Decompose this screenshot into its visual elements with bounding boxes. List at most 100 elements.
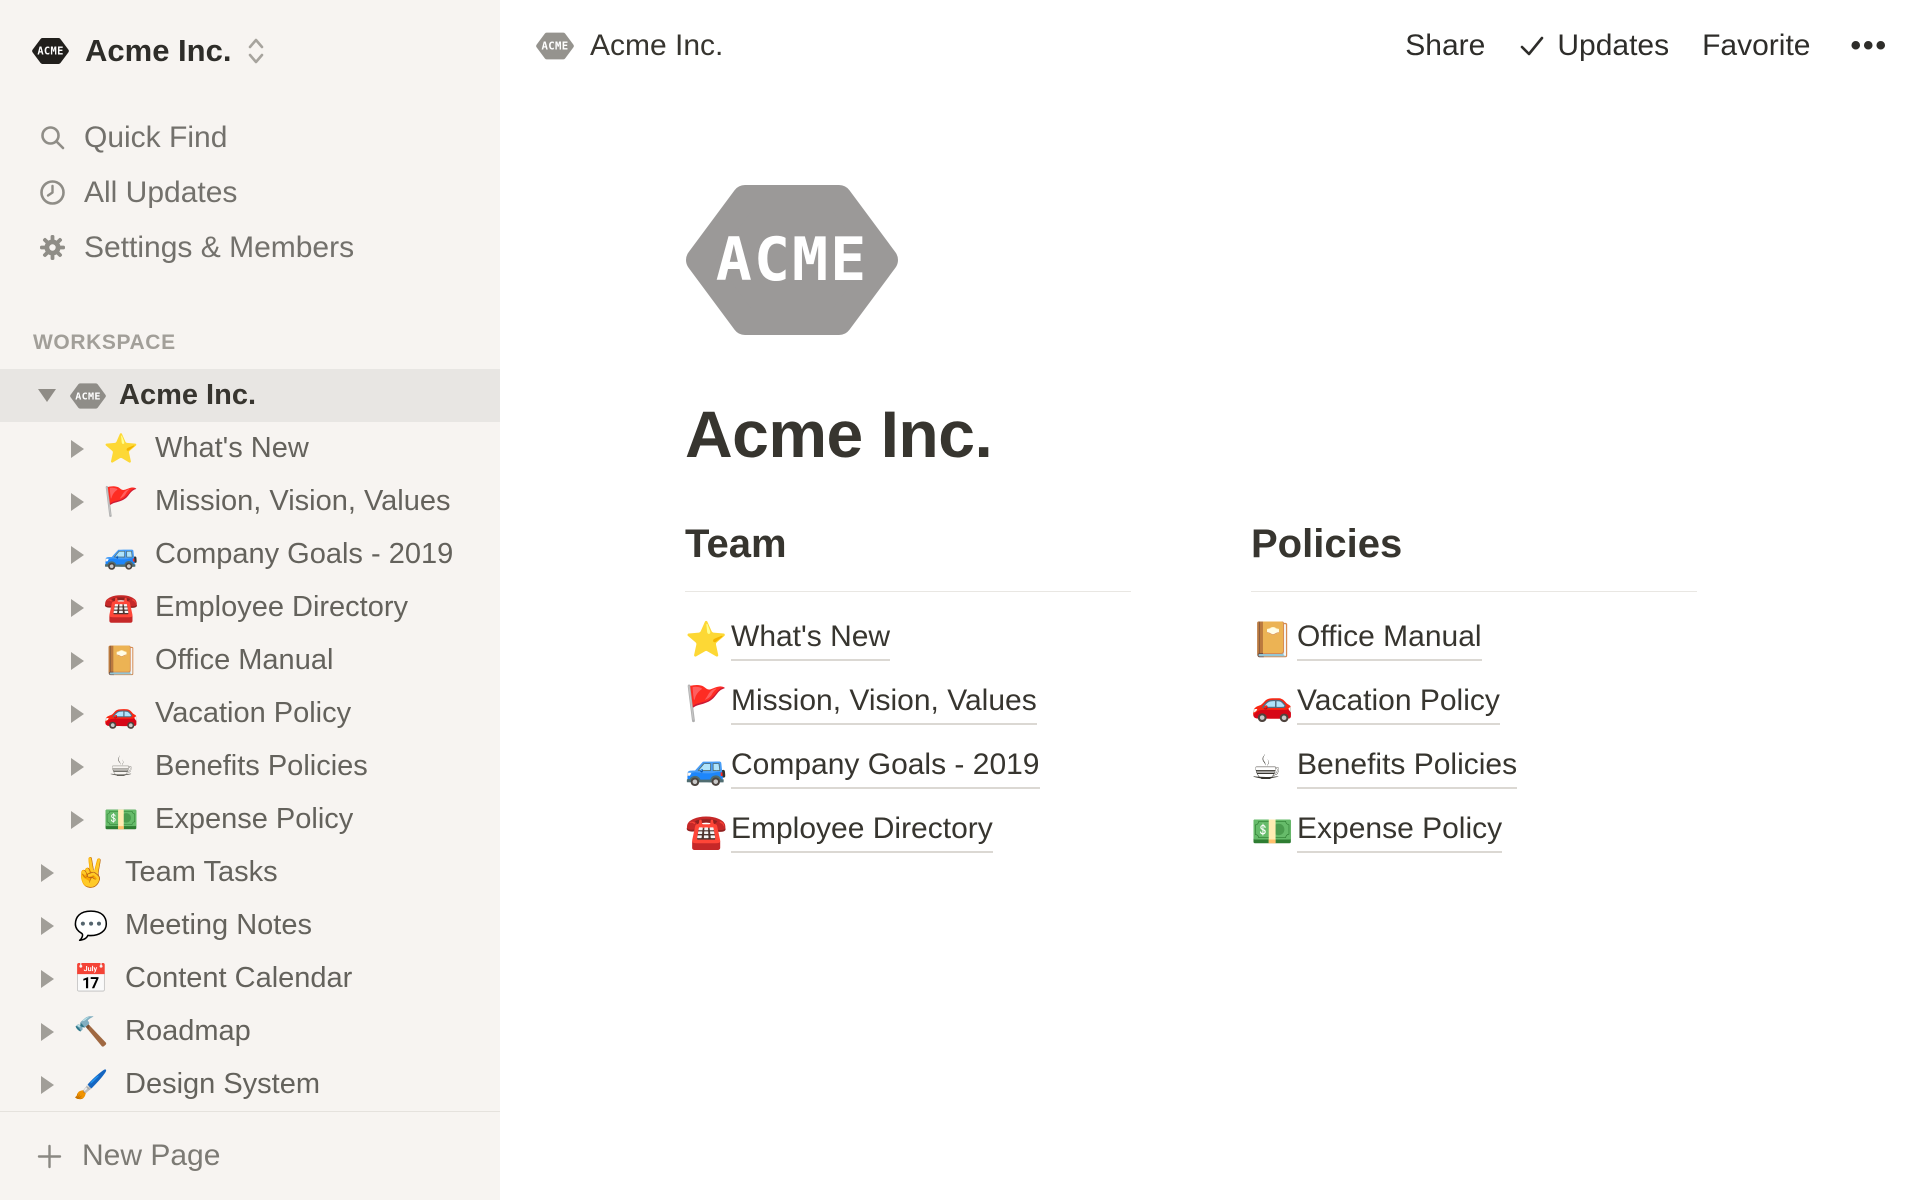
expand-toggle-icon[interactable] (34, 917, 60, 935)
acme-logo-icon: ACME (70, 382, 106, 410)
expand-toggle-icon[interactable] (34, 970, 60, 988)
expand-toggle-icon[interactable] (64, 758, 90, 776)
workspace-tree: ACMEAcme Inc.⭐What's New🚩Mission, Vision… (0, 369, 500, 1111)
gear-icon (39, 234, 66, 261)
coffee-emoji: ☕ (1251, 748, 1297, 788)
triangular-flag-emoji: 🚩 (685, 684, 731, 724)
page-link-what-s-new[interactable]: ⭐ What's New (685, 608, 1131, 672)
page-link-office-manual[interactable]: 📔 Office Manual (1251, 608, 1697, 672)
sidebar-page-label: Benefits Policies (155, 750, 368, 783)
updates-button[interactable]: Updates (1518, 29, 1669, 63)
page-link-label: Vacation Policy (1297, 684, 1500, 725)
notebook-emoji: 📔 (1251, 620, 1297, 660)
workspace-name: Acme Inc. (85, 33, 231, 69)
triangular-flag-emoji: 🚩 (100, 485, 142, 518)
expand-toggle-icon[interactable] (34, 1076, 60, 1094)
sidebar-page-benefits-policies[interactable]: ☕ Benefits Policies (0, 740, 500, 793)
hammer-emoji: 🔨 (70, 1015, 112, 1048)
expand-toggle-icon[interactable] (64, 493, 90, 511)
sidebar-page-team-tasks[interactable]: ✌️Team Tasks (0, 846, 500, 899)
workspace-switcher-icon (245, 36, 267, 66)
plus-icon (36, 1143, 63, 1170)
sidebar-page-design-system[interactable]: 🖌️Design System (0, 1058, 500, 1111)
telephone-emoji: ☎️ (100, 591, 142, 624)
sidebar-page-label: Roadmap (125, 1015, 251, 1048)
sidebar-page-content-calendar[interactable]: 📅 Content Calendar (0, 952, 500, 1005)
blue-car-emoji: 🚙 (100, 538, 142, 571)
telephone-emoji: ☎️ (685, 812, 731, 852)
red-car-emoji: 🚗 (100, 697, 142, 730)
expand-toggle-icon[interactable] (64, 705, 90, 723)
sidebar-page-acme-inc[interactable]: ACMEAcme Inc. (0, 369, 500, 422)
sidebar-page-vacation-policy[interactable]: 🚗 Vacation Policy (0, 687, 500, 740)
sidebar-page-company-goals-2019[interactable]: 🚙Company Goals - 2019 (0, 528, 500, 581)
expand-toggle-icon[interactable] (34, 1023, 60, 1041)
expand-toggle-icon[interactable] (64, 599, 90, 617)
sidebar-page-expense-policy[interactable]: 💵Expense Policy (0, 793, 500, 846)
sidebar-page-office-manual[interactable]: 📔 Office Manual (0, 634, 500, 687)
check-icon (1518, 32, 1546, 60)
page-link-label: What's New (731, 620, 890, 661)
sidebar-page-label: Design System (125, 1068, 320, 1101)
expand-toggle-icon[interactable] (64, 440, 90, 458)
page-link-label: Mission, Vision, Values (731, 684, 1037, 725)
column-policies: Policies 📔 Office Manual 🚗 Vacation Poli… (1251, 522, 1697, 864)
sidebar-menu: Quick Find All Updates (0, 110, 500, 275)
link-columns: Team ⭐ What's New 🚩 Mission, Vision, Val… (685, 522, 1920, 864)
star-emoji: ⭐ (685, 620, 731, 660)
page-link-company-goals-2019[interactable]: 🚙 Company Goals - 2019 (685, 736, 1131, 800)
topbar-actions: Share Updates Favorite ••• (1405, 29, 1888, 63)
sidebar-page-what-s-new[interactable]: ⭐What's New (0, 422, 500, 475)
favorite-button[interactable]: Favorite (1702, 29, 1810, 63)
expand-toggle-icon[interactable] (64, 811, 90, 829)
sidebar-page-label: Team Tasks (125, 856, 278, 889)
page-title[interactable]: Acme Inc. (685, 396, 1920, 472)
acme-logo-icon: ACME (32, 36, 69, 66)
new-page-button[interactable]: New Page (0, 1111, 500, 1200)
more-options-button[interactable]: ••• (1850, 29, 1888, 63)
expand-toggle-icon[interactable] (64, 652, 90, 670)
coffee-emoji: ☕ (100, 750, 142, 783)
sidebar-page-label: Office Manual (155, 644, 333, 677)
sidebar-page-label: Vacation Policy (155, 697, 351, 730)
calendar-emoji: 📅 (70, 962, 112, 995)
search-icon (39, 124, 66, 151)
sidebar-item-settings-members[interactable]: Settings & Members (0, 220, 500, 275)
breadcrumb[interactable]: ACME Acme Inc. (536, 29, 723, 63)
svg-text:ACME: ACME (716, 225, 869, 295)
sidebar-item-all-updates[interactable]: All Updates (0, 165, 500, 220)
dollar-banknote-emoji: 💵 (1251, 812, 1297, 852)
svg-text:ACME: ACME (541, 40, 568, 53)
page-link-expense-policy[interactable]: 💵 Expense Policy (1251, 800, 1697, 864)
sidebar-page-label: Content Calendar (125, 962, 352, 995)
sidebar-page-meeting-notes[interactable]: 💬Meeting Notes (0, 899, 500, 952)
share-button[interactable]: Share (1405, 29, 1485, 63)
clock-icon (39, 179, 66, 206)
sidebar-page-label: Employee Directory (155, 591, 408, 624)
topbar: ACME Acme Inc. Share Updates Favorite ••… (500, 0, 1920, 92)
workspace-section-label: WORKSPACE (33, 331, 500, 355)
sidebar: ACME Acme Inc. Quick Find All Updates (0, 0, 500, 1200)
expand-toggle-icon[interactable] (64, 546, 90, 564)
page-link-label: Office Manual (1297, 620, 1482, 661)
column-team: Team ⭐ What's New 🚩 Mission, Vision, Val… (685, 522, 1131, 864)
page-link-benefits-policies[interactable]: ☕ Benefits Policies (1251, 736, 1697, 800)
expand-toggle-icon[interactable] (34, 389, 60, 402)
sidebar-page-mission-vision-values[interactable]: 🚩Mission, Vision, Values (0, 475, 500, 528)
main-area: ACME Acme Inc. Share Updates Favorite ••… (500, 0, 1920, 1200)
sidebar-page-label: Meeting Notes (125, 909, 312, 942)
expand-toggle-icon[interactable] (34, 864, 60, 882)
page-link-employee-directory[interactable]: ☎️ Employee Directory (685, 800, 1131, 864)
workspace-switcher[interactable]: ACME Acme Inc. (32, 22, 476, 80)
sidebar-page-roadmap[interactable]: 🔨 Roadmap (0, 1005, 500, 1058)
sidebar-page-employee-directory[interactable]: ☎️ Employee Directory (0, 581, 500, 634)
page-link-label: Benefits Policies (1297, 748, 1517, 789)
sidebar-item-quick-find[interactable]: Quick Find (0, 110, 500, 165)
page-link-mission-vision-values[interactable]: 🚩 Mission, Vision, Values (685, 672, 1131, 736)
dollar-banknote-emoji: 💵 (100, 803, 142, 836)
page-link-vacation-policy[interactable]: 🚗 Vacation Policy (1251, 672, 1697, 736)
notebook-emoji: 📔 (100, 644, 142, 677)
acme-page-logo[interactable]: ACME (685, 180, 899, 340)
red-car-emoji: 🚗 (1251, 684, 1297, 724)
column-heading: Team (685, 522, 1131, 592)
